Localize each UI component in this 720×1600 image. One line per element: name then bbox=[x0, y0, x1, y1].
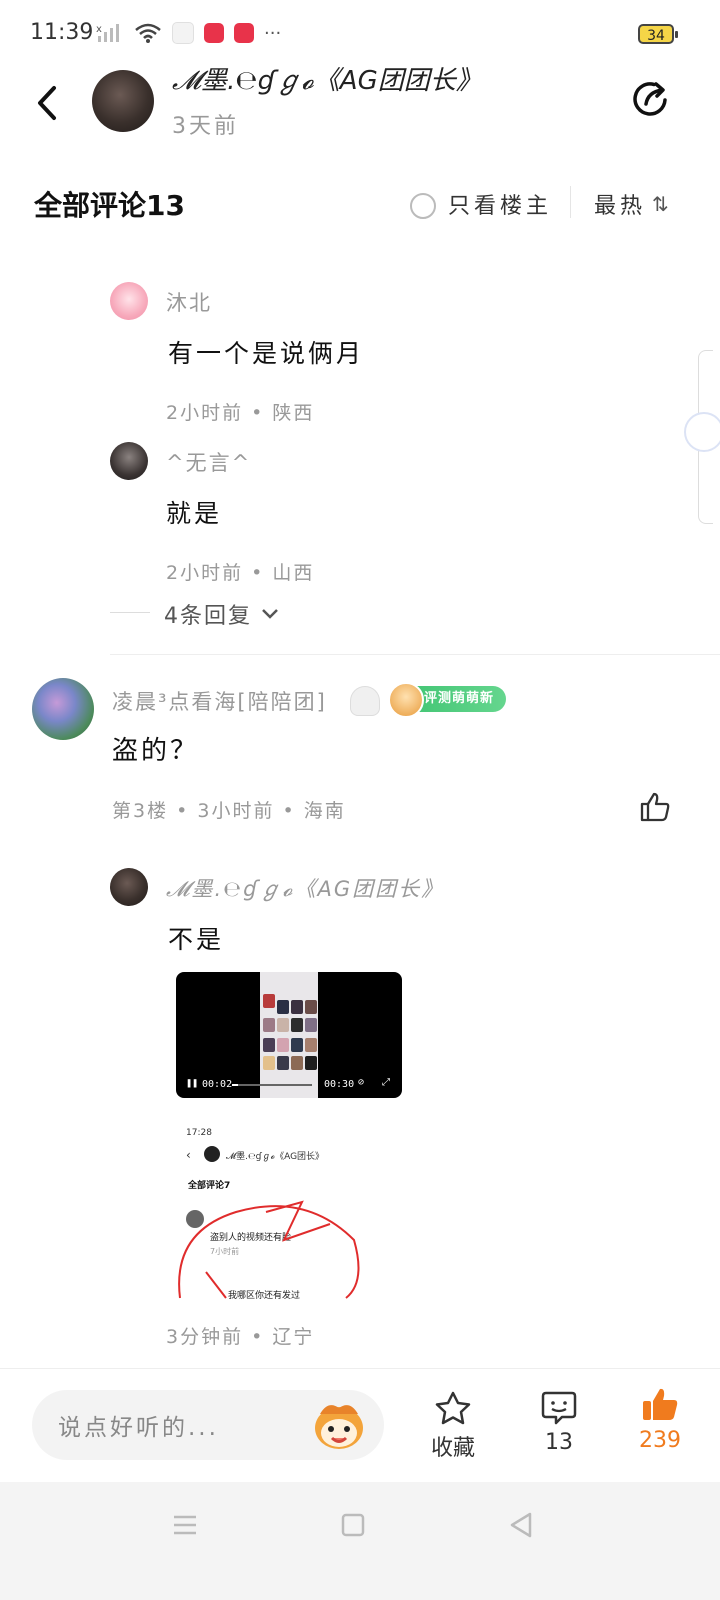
pause-icon[interactable]: ❚❚ bbox=[186, 1078, 198, 1089]
reply-avatar[interactable] bbox=[110, 868, 148, 906]
share-icon bbox=[633, 82, 667, 116]
menu-button[interactable] bbox=[172, 1512, 198, 1542]
like-count: 239 bbox=[639, 1428, 681, 1453]
reply-nickname[interactable]: ^无言^ bbox=[166, 447, 251, 477]
more-replies-label: 4条回复 bbox=[164, 604, 252, 629]
home-icon bbox=[341, 1513, 365, 1537]
comment-text: 盗的？ bbox=[112, 736, 200, 766]
chevron-down-icon bbox=[262, 609, 278, 619]
back-icon bbox=[38, 86, 56, 120]
scroll-knob[interactable] bbox=[684, 412, 720, 452]
comments-title: 全部评论13 bbox=[34, 189, 185, 222]
back-triangle-icon bbox=[510, 1512, 532, 1538]
commenter-nickname[interactable]: 凌晨³点看海[陪陪团] bbox=[112, 686, 327, 716]
menu-icon bbox=[174, 1515, 196, 1535]
video-progress-fill bbox=[232, 1084, 238, 1086]
thumb-up-button[interactable]: 239 bbox=[632, 1386, 688, 1453]
svg-text:x: x bbox=[96, 24, 102, 35]
fullscreen-icon[interactable]: ⤢ bbox=[382, 1077, 390, 1088]
comment-count: 13 bbox=[545, 1430, 573, 1455]
reply-text: 就是 bbox=[166, 499, 223, 528]
reply-text: 有一个是说俩月 bbox=[168, 339, 365, 368]
home-button[interactable] bbox=[340, 1512, 366, 1542]
only-op-label[interactable]: 只看楼主 bbox=[448, 188, 552, 220]
more-replies-button[interactable]: 4条回复 bbox=[164, 598, 280, 630]
red-scribble-annotation bbox=[178, 1200, 360, 1299]
comments-button[interactable]: 13 bbox=[536, 1390, 582, 1455]
only-op-radio[interactable] bbox=[410, 193, 436, 219]
game-app-icon bbox=[172, 22, 194, 44]
mascot-emoji-button[interactable] bbox=[310, 1398, 368, 1452]
system-back-button[interactable] bbox=[506, 1510, 536, 1544]
reply-avatar[interactable] bbox=[110, 442, 148, 480]
thumb-up-icon bbox=[643, 1388, 678, 1420]
reply-meta: 3分钟前 • 辽宁 bbox=[166, 1326, 315, 1348]
badge-avatar-icon bbox=[388, 682, 424, 718]
status-time: 11:39 bbox=[30, 20, 94, 45]
video-current-time: 00:02 bbox=[202, 1079, 233, 1090]
comment-placeholder: 说点好听的... bbox=[58, 1415, 219, 1441]
video-controls: ❚❚ 00:02 00:30 ⊘ ⤢ bbox=[176, 1072, 402, 1098]
video-total-time: 00:30 bbox=[324, 1079, 355, 1090]
sort-icon[interactable]: ⇅ bbox=[652, 192, 669, 216]
reply-avatar[interactable] bbox=[110, 282, 148, 320]
divider bbox=[570, 186, 571, 218]
reply-nickname[interactable]: 沐北 bbox=[166, 287, 212, 317]
reply-meta: 2小时前 • 陕西 bbox=[166, 402, 315, 424]
more-replies-line bbox=[110, 612, 150, 613]
comment-meta: 第3楼 • 3小时前 • 海南 bbox=[112, 800, 346, 822]
sort-dropdown[interactable]: 最热 bbox=[594, 188, 646, 220]
share-button[interactable] bbox=[630, 78, 672, 120]
rice-ball-icon bbox=[350, 686, 380, 716]
image-attachment[interactable]: 17:28 ‹ 𝓜墨.℮ɠℊ𝓸《AG团长》 全部评论7 盗别人的视频还有脸 7小… bbox=[176, 1122, 402, 1300]
mascot-icon bbox=[315, 1405, 363, 1449]
like-icon bbox=[640, 792, 670, 822]
mute-icon[interactable]: ⊘ bbox=[358, 1077, 364, 1088]
author-avatar[interactable] bbox=[92, 70, 154, 132]
status-icons: x ··· bbox=[96, 22, 281, 44]
music-app-icon bbox=[234, 23, 254, 43]
signal-icon: x bbox=[96, 24, 119, 42]
reply-meta: 2小时前 • 山西 bbox=[166, 562, 315, 584]
commenter-avatar[interactable] bbox=[32, 678, 94, 740]
battery-indicator: 34 bbox=[638, 24, 678, 44]
favorite-button[interactable]: 收藏 bbox=[426, 1390, 480, 1462]
video-attachment[interactable]: ❚❚ 00:02 00:30 ⊘ ⤢ bbox=[176, 972, 402, 1098]
post-time: 3天前 bbox=[172, 114, 239, 139]
back-button[interactable] bbox=[30, 80, 70, 126]
reply-text: 不是 bbox=[168, 925, 225, 954]
more-notifications: ··· bbox=[264, 22, 282, 44]
comment-icon bbox=[541, 1391, 577, 1425]
star-icon bbox=[435, 1391, 471, 1425]
favorite-label: 收藏 bbox=[430, 1436, 475, 1461]
post-author-name[interactable]: 𝓜墨.℮ɠℊ𝓸《AG团团长》 bbox=[172, 60, 482, 97]
wifi-icon bbox=[135, 23, 161, 43]
reply-nickname[interactable]: 𝓜墨.℮ɠℊ𝓸《AG团团长》 bbox=[166, 873, 444, 903]
comment-divider bbox=[110, 654, 720, 655]
like-button[interactable] bbox=[638, 790, 672, 828]
video-app-icon bbox=[204, 23, 224, 43]
video-progress-bar[interactable] bbox=[232, 1084, 312, 1086]
